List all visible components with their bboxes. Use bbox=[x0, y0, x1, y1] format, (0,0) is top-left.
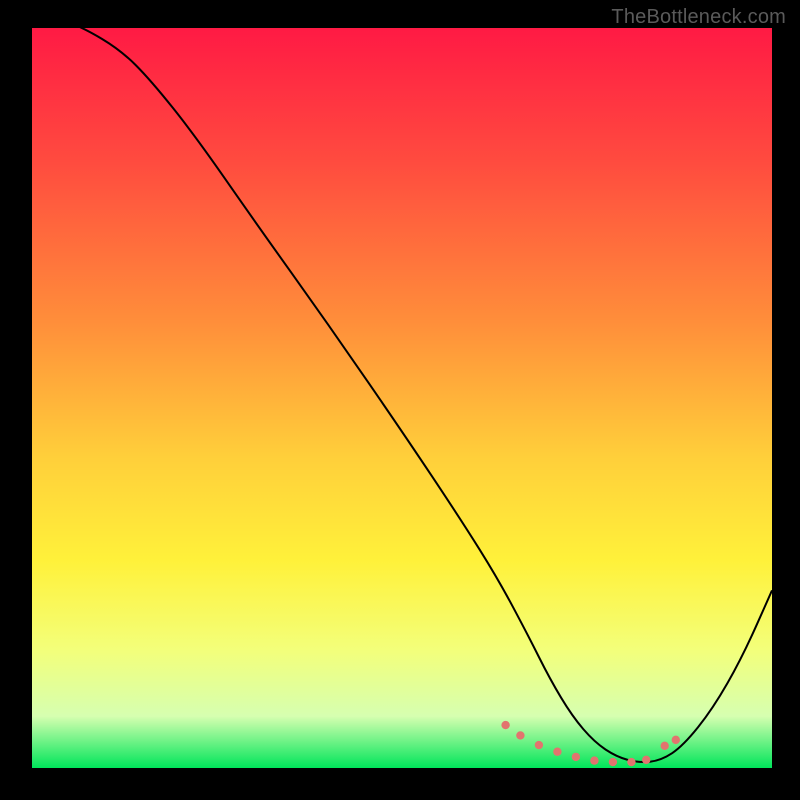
optimum-marker bbox=[501, 721, 509, 729]
optimum-marker bbox=[553, 748, 561, 756]
optimum-marker bbox=[572, 753, 580, 761]
gradient-background bbox=[32, 28, 772, 768]
chart-plot-area bbox=[32, 28, 772, 768]
watermark-text: TheBottleneck.com bbox=[611, 6, 786, 29]
optimum-marker bbox=[516, 731, 524, 739]
chart-svg bbox=[32, 28, 772, 768]
optimum-marker bbox=[627, 758, 635, 766]
optimum-marker bbox=[535, 741, 543, 749]
optimum-marker bbox=[609, 758, 617, 766]
optimum-marker bbox=[590, 756, 598, 764]
optimum-marker bbox=[642, 756, 650, 764]
optimum-marker bbox=[672, 736, 680, 744]
optimum-marker bbox=[661, 742, 669, 750]
